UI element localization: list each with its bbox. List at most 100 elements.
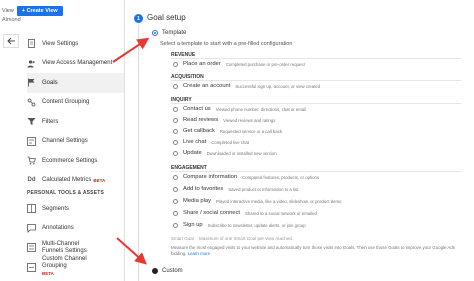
- goal-radio[interactable]: [173, 106, 178, 112]
- nav-label: Segments: [42, 205, 70, 212]
- goal-option[interactable]: Create an account Successful sign up, ac…: [173, 82, 320, 90]
- nav-label: Goals: [42, 79, 58, 86]
- goal-name: Create an account: [183, 83, 231, 89]
- category-divider: [171, 58, 461, 59]
- goal-radio[interactable]: [173, 222, 178, 228]
- create-view-button[interactable]: + Create View: [16, 6, 63, 16]
- nav-view-settings[interactable]: View Settings: [27, 34, 124, 54]
- nav-content-grouping[interactable]: Content Grouping: [27, 93, 124, 113]
- goal-radio[interactable]: [173, 128, 178, 134]
- goal-desc: Downloaded or installed new version: [206, 150, 277, 156]
- goal-setup-title: Goal setup: [147, 13, 186, 22]
- annotation-icon: [27, 223, 36, 233]
- goal-setup-panel: 1 Goal setup Template Select a template …: [125, 0, 474, 281]
- channel-icon: [27, 136, 36, 146]
- goal-option[interactable]: Add to favorites Saved product or inform…: [173, 185, 298, 193]
- segments-icon: [27, 204, 36, 214]
- custom-option[interactable]: Custom: [152, 268, 183, 274]
- smart-goal-description: Measure the most engaged visits to your …: [171, 245, 455, 256]
- goal-radio[interactable]: [173, 174, 178, 180]
- goal-desc: Completed purchase or pre-order request: [225, 61, 305, 67]
- category-divider: [171, 171, 461, 172]
- goal-desc: Played interactive media, like a video, …: [216, 198, 342, 204]
- template-option[interactable]: Template: [152, 30, 186, 36]
- goal-desc: Viewed phone number, directions, chat or…: [215, 106, 307, 112]
- goal-radio[interactable]: [173, 198, 178, 204]
- goal-option[interactable]: Compare information Compared features, p…: [173, 173, 319, 181]
- goal-option[interactable]: Media play Played interactive media, lik…: [173, 197, 341, 205]
- nav-calculated-metrics[interactable]: Dd Calculated Metrics BETA: [27, 171, 124, 191]
- nav-view-access[interactable]: View Access Management: [27, 54, 124, 74]
- goal-name: Add to favorites: [183, 186, 224, 192]
- goal-option[interactable]: Read reviews Viewed reviews and ratings: [173, 116, 275, 124]
- goal-radio[interactable]: [173, 186, 178, 192]
- goal-desc: Viewed reviews and ratings: [223, 117, 276, 123]
- goal-name: Share / social connect: [183, 210, 241, 216]
- goal-radio[interactable]: [173, 83, 178, 89]
- goal-desc: Shared to a social network or emailed: [245, 210, 317, 216]
- flag-icon: [27, 78, 36, 87]
- nav-label: Filters: [42, 118, 59, 125]
- goal-name: Read reviews: [183, 117, 219, 123]
- goal-name: Live chat: [183, 139, 207, 145]
- view-label: View: [2, 8, 14, 14]
- goal-option[interactable]: Share / social connect Shared to a socia…: [173, 209, 317, 217]
- document-icon: [27, 39, 36, 49]
- goal-radio[interactable]: [173, 61, 178, 67]
- goal-radio[interactable]: [173, 117, 178, 123]
- nav-label: Multi-Channel Funnels Settings: [42, 240, 87, 254]
- nav-label: Content Grouping: [42, 99, 90, 106]
- nav-filters[interactable]: Filters: [27, 112, 124, 132]
- nav-segments[interactable]: Segments: [27, 199, 124, 219]
- smart-goal-row: Smart Goal Maximum of one Smart Goal per…: [171, 236, 293, 241]
- cart-icon: [27, 156, 36, 165]
- users-icon: [27, 59, 36, 68]
- goal-desc: Successful sign up, account, or view cre…: [235, 83, 321, 89]
- goal-desc: Compared features, products, or options: [242, 174, 320, 180]
- filter-icon: [27, 117, 36, 126]
- nav-ecommerce-settings[interactable]: Ecommerce Settings: [27, 151, 124, 171]
- goal-name: Update: [183, 150, 202, 156]
- beta-badge: BETA: [93, 177, 106, 183]
- view-nav: View Settings View Access Management Goa…: [27, 34, 124, 190]
- goal-desc: Saved product or information to a list: [228, 186, 299, 192]
- smart-goal-note: Maximum of one Smart Goal per view reach…: [199, 236, 294, 241]
- back-button[interactable]: [3, 34, 19, 48]
- section-title: PERSONAL TOOLS & ASSETS: [27, 190, 105, 196]
- nav-mcf-settings[interactable]: Multi-Channel Funnels Settings: [27, 238, 124, 258]
- goal-option[interactable]: Sign up Subscribe to newsletter, update …: [173, 221, 306, 229]
- template-subtitle: Select a template to start with a pre-fi…: [160, 41, 293, 47]
- nav-goals[interactable]: Goals: [27, 73, 124, 93]
- goal-option[interactable]: Place an order Completed purchase or pre…: [173, 60, 305, 68]
- category-divider: [171, 80, 461, 81]
- channel-grouping-icon: [27, 262, 36, 272]
- grouping-icon: [27, 98, 36, 107]
- goal-name: Media play: [183, 198, 212, 204]
- goal-option[interactable]: Contact us Viewed phone number, directio…: [173, 105, 306, 113]
- personal-tools-nav: Segments Annotations Multi-Channel Funne…: [27, 199, 124, 277]
- template-radio[interactable]: [152, 30, 158, 36]
- nav-label: Custom Channel Grouping BETA: [42, 256, 87, 277]
- nav-channel-settings[interactable]: Channel Settings: [27, 132, 124, 152]
- goal-option[interactable]: Update Downloaded or installed new versi…: [173, 149, 277, 157]
- learn-more-link[interactable]: Learn more: [188, 251, 210, 256]
- goal-radio[interactable]: [173, 150, 178, 156]
- goal-desc: Completed live chat: [211, 139, 249, 145]
- nav-label: Calculated Metrics: [42, 177, 92, 184]
- goal-name: Sign up: [183, 222, 203, 228]
- goal-option[interactable]: Get callback Requested service or a call…: [173, 127, 282, 135]
- category-divider: [171, 103, 461, 104]
- custom-radio[interactable]: [152, 268, 158, 274]
- funnel-settings-icon: [27, 243, 36, 253]
- nav-custom-channel-grouping[interactable]: Custom Channel Grouping BETA: [27, 256, 124, 278]
- nav-annotations[interactable]: Annotations: [27, 219, 124, 239]
- goal-name: Compare information: [183, 174, 238, 180]
- goal-name: Contact us: [183, 106, 211, 112]
- goal-radio[interactable]: [173, 210, 178, 216]
- nav-label: View Settings: [42, 40, 79, 47]
- goal-option[interactable]: Live chat Completed live chat: [173, 138, 249, 146]
- goal-radio[interactable]: [173, 139, 178, 145]
- goal-desc: Subscribe to newsletter, update alerts, …: [207, 222, 306, 228]
- custom-label: Custom: [162, 268, 183, 274]
- goal-name: Place an order: [183, 61, 221, 67]
